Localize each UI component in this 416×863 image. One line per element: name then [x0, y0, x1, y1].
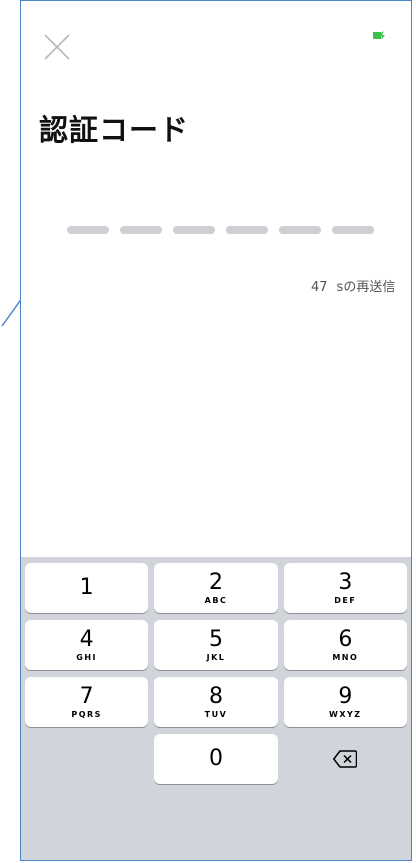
- code-slot-4: [226, 226, 268, 234]
- key-2[interactable]: 2 ABC: [154, 563, 278, 613]
- keypad-row-2: 4 GHI 5 JKL 6 MNO: [21, 620, 411, 670]
- keypad-row-4: 0: [21, 734, 411, 784]
- resend-code-timer[interactable]: 47 sの再送信: [311, 276, 395, 295]
- key-1[interactable]: 1: [25, 563, 149, 613]
- resend-label: sの再送信: [336, 280, 396, 295]
- code-slot-3: [173, 226, 215, 234]
- key-8[interactable]: 8 TUV: [154, 677, 278, 727]
- code-slot-1: [67, 226, 109, 234]
- battery-charging-icon: [373, 31, 385, 40]
- resend-countdown: 47: [311, 280, 328, 295]
- delete-key[interactable]: [284, 734, 407, 784]
- key-6[interactable]: 6 MNO: [283, 620, 407, 670]
- key-9[interactable]: 9 WXYZ: [283, 677, 407, 727]
- page-title: 認証コード: [39, 113, 190, 147]
- key-4[interactable]: 4 GHI: [25, 620, 149, 670]
- keypad-row-3: 7 PQRS 8 TUV 9 WXYZ: [21, 677, 411, 727]
- code-slot-5: [279, 226, 321, 234]
- keypad-row-1: 1 2 ABC 3 DEF: [21, 563, 411, 613]
- backspace-icon: [333, 750, 358, 768]
- numeric-keypad: 1 2 ABC 3 DEF 4 GHI 5 JKL 6 MNO 7 PQRS 8…: [21, 557, 411, 860]
- key-5[interactable]: 5 JKL: [154, 620, 278, 670]
- key-7[interactable]: 7 PQRS: [25, 677, 149, 727]
- code-slot-2: [120, 226, 162, 234]
- close-icon[interactable]: [41, 31, 73, 63]
- code-slot-6: [332, 226, 374, 234]
- key-3[interactable]: 3 DEF: [283, 563, 407, 613]
- key-0[interactable]: 0: [154, 734, 278, 784]
- phone-screen: 認証コード 47 sの再送信 1 2 ABC 3 DEF 4 GHI 5 JKL…: [20, 0, 412, 861]
- verification-code-input[interactable]: [67, 226, 374, 234]
- key-blank: [25, 734, 148, 784]
